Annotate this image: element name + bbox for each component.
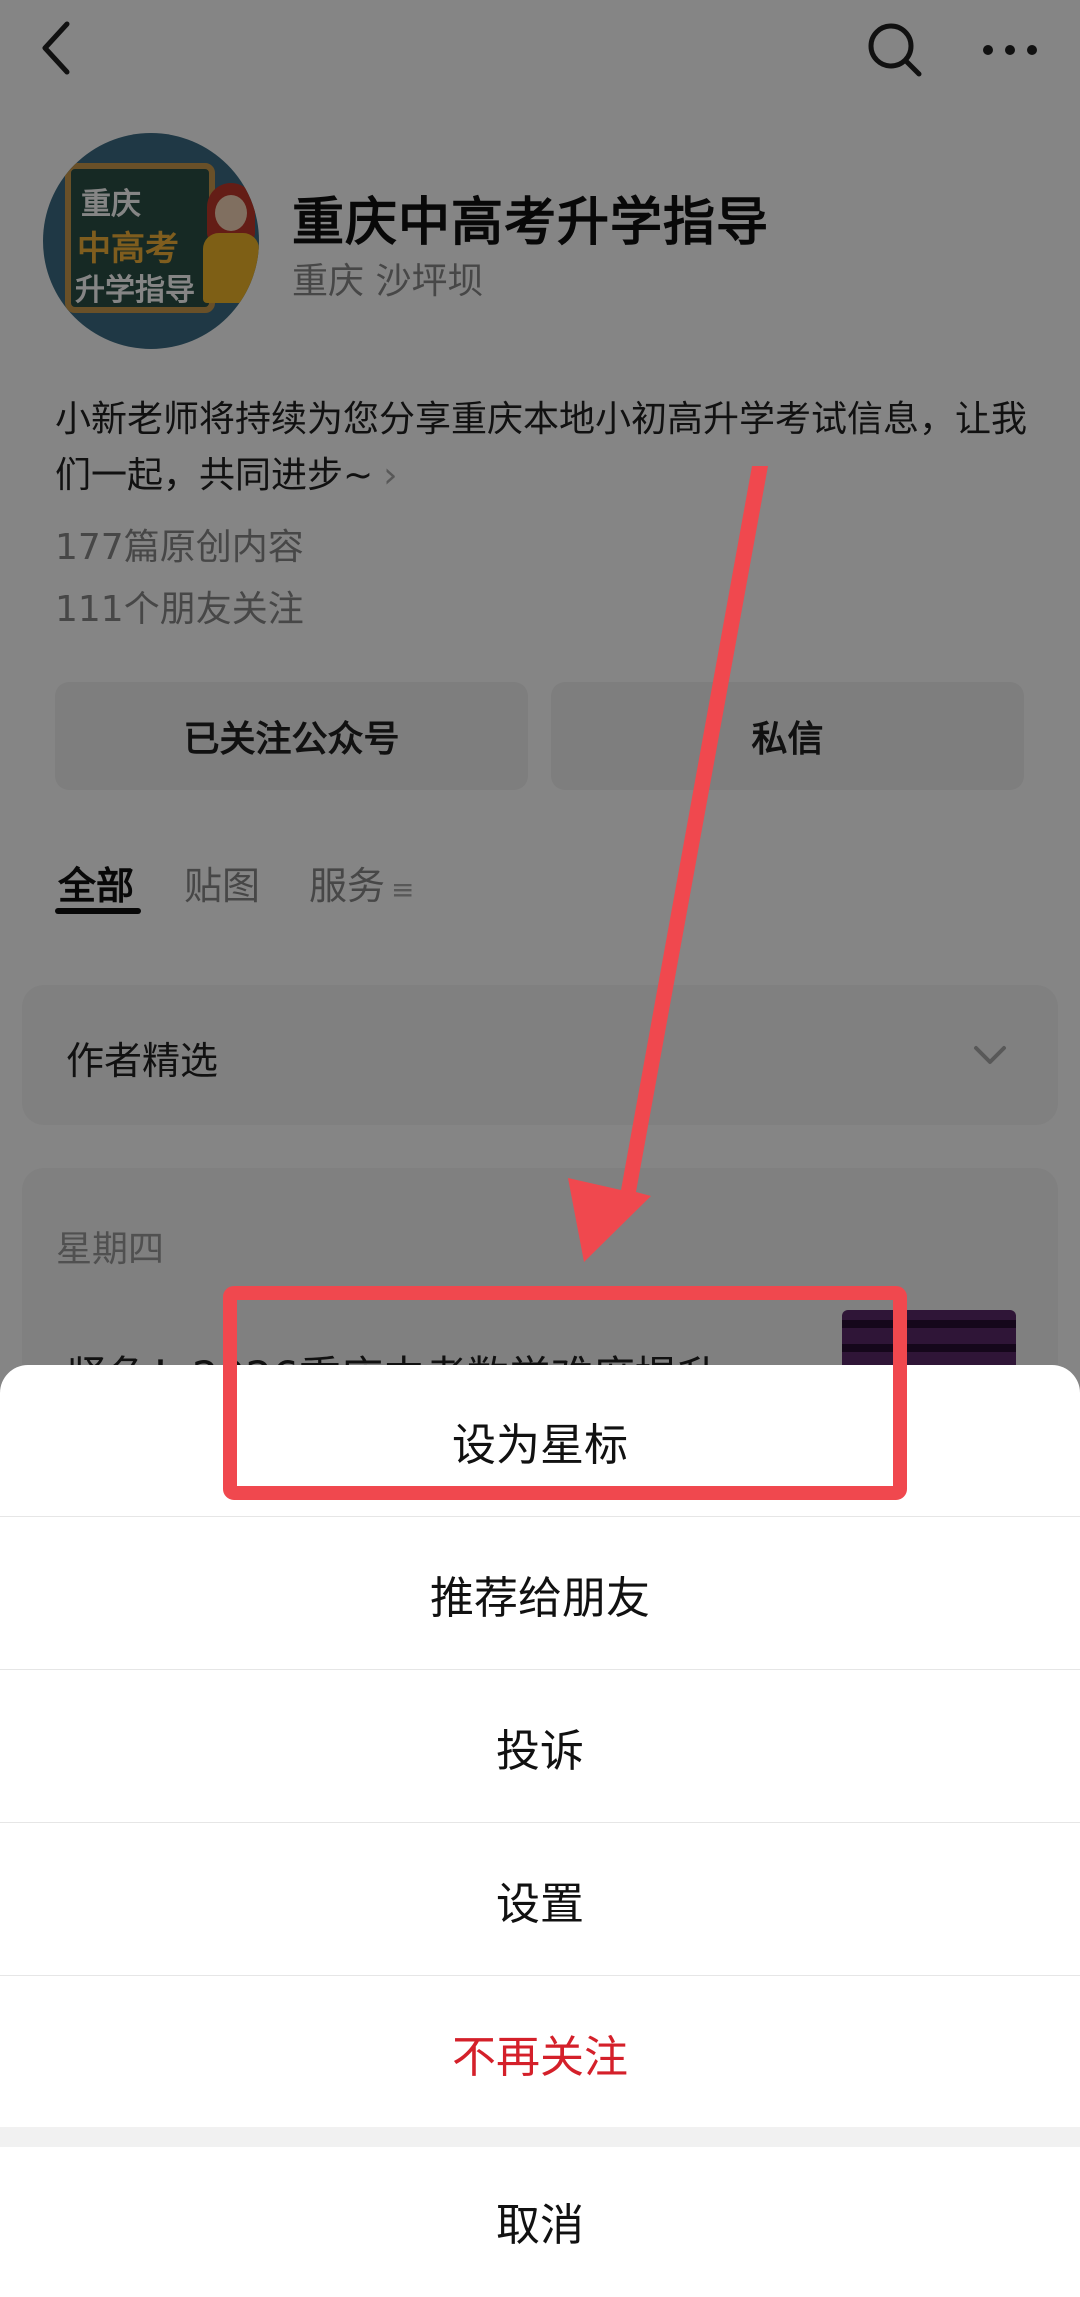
recommend-button[interactable]: 推荐给朋友 (0, 1518, 1080, 1670)
unfollow-button[interactable]: 不再关注 (0, 1977, 1080, 2129)
complain-button[interactable]: 投诉 (0, 1671, 1080, 1823)
settings-button[interactable]: 设置 (0, 1824, 1080, 1976)
sheet-divider (0, 2127, 1080, 2147)
action-sheet: 设为星标 推荐给朋友 投诉 设置 不再关注 取消 (0, 1365, 1080, 2297)
cancel-button[interactable]: 取消 (0, 2145, 1080, 2297)
set-star-button[interactable]: 设为星标 (0, 1365, 1080, 1517)
